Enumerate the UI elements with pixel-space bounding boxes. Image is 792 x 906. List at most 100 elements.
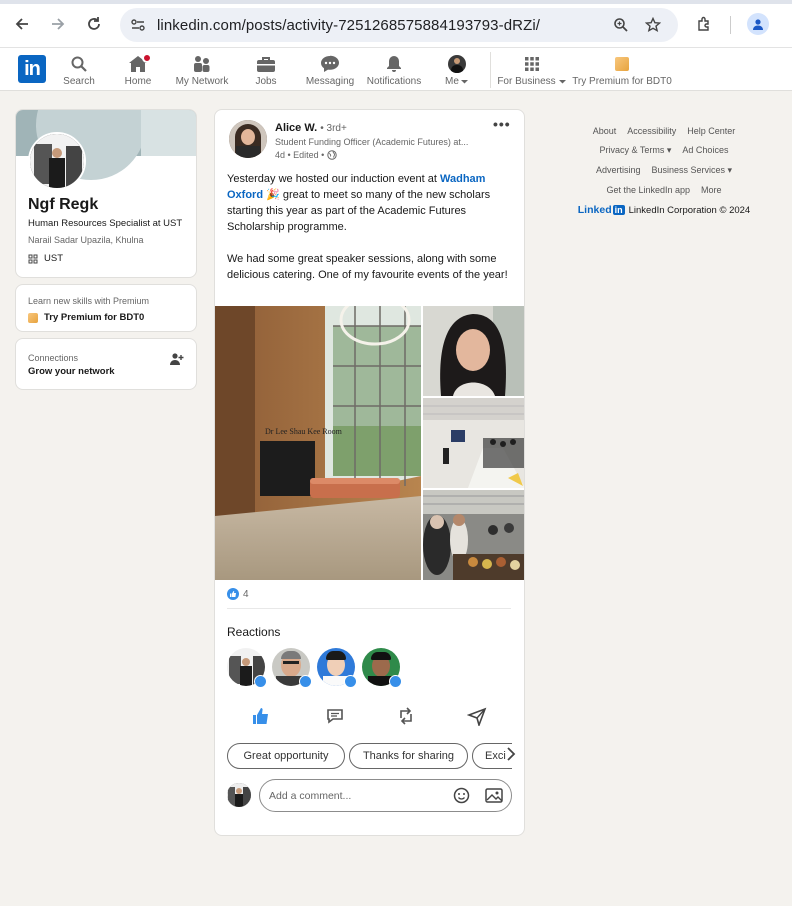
- nav-label-me: Me: [445, 76, 469, 87]
- reactor-avatar[interactable]: [362, 648, 402, 688]
- profile-headline: Human Resources Specialist at UST: [28, 218, 183, 229]
- like-badge-icon: [299, 675, 312, 688]
- post-image-main[interactable]: Dr Lee Shau Kee Room: [215, 306, 421, 580]
- suggestion-chip[interactable]: Great opportunity: [227, 743, 345, 769]
- nav-label-for-business: For Business: [497, 76, 566, 87]
- grid-icon: [524, 54, 540, 74]
- footer-link[interactable]: Ad Choices: [682, 145, 728, 156]
- nav-me[interactable]: Me: [444, 54, 470, 88]
- post-text-part1: Yesterday we hosted our induction event …: [227, 173, 441, 185]
- nav-label: Try Premium for BDT0: [572, 76, 672, 87]
- notification-badge: [142, 53, 152, 63]
- post-text-part3: We had some great speaker sessions, alon…: [227, 253, 508, 281]
- bookmark-star-icon[interactable]: [644, 16, 662, 34]
- try-premium-link[interactable]: Try Premium for BDT0: [28, 312, 144, 323]
- post-image-selfie[interactable]: [423, 306, 524, 396]
- nav-search[interactable]: Search: [63, 54, 95, 88]
- nav-messaging[interactable]: Messaging: [306, 54, 354, 88]
- post-author-name[interactable]: Alice W.: [275, 122, 317, 134]
- home-icon: [128, 53, 152, 74]
- footer-links: About Accessibility Help Center Privacy …: [570, 126, 758, 216]
- commenter-avatar: [227, 783, 251, 807]
- footer-link[interactable]: Help Center: [687, 126, 735, 136]
- divider: [227, 608, 511, 609]
- suggestion-chip[interactable]: Thanks for sharing: [349, 743, 468, 769]
- connections-title: Connections: [28, 353, 79, 363]
- post-meta: 4d • Edited •: [275, 150, 338, 160]
- try-premium-label: Try Premium for BDT0: [44, 312, 145, 323]
- comment-input[interactable]: Add a comment...: [259, 779, 512, 812]
- post-image-session[interactable]: [423, 398, 524, 488]
- more-options-icon[interactable]: •••: [493, 116, 511, 132]
- connections-card[interactable]: Connections Grow your network: [15, 338, 197, 390]
- address-bar[interactable]: linkedin.com/posts/activity-725126857588…: [120, 8, 678, 42]
- premium-icon: [615, 54, 629, 74]
- bell-icon: [385, 54, 403, 74]
- footer-link[interactable]: Privacy & Terms ▾: [600, 145, 672, 156]
- reactor-avatar[interactable]: [227, 648, 267, 688]
- emoji-icon[interactable]: [453, 787, 470, 809]
- profile-photo[interactable]: [28, 132, 86, 190]
- footer-link[interactable]: About: [593, 126, 617, 136]
- footer-link[interactable]: Advertising: [596, 165, 641, 176]
- footer-link[interactable]: Business Services ▾: [651, 165, 732, 176]
- reactor-avatar[interactable]: [272, 648, 312, 688]
- post-text-part2: 🎉 great to meet so many of the new schol…: [227, 189, 491, 233]
- profile-name[interactable]: Ngf Regk: [28, 196, 98, 214]
- nav-label: Jobs: [255, 76, 277, 87]
- profile-avatar-icon: [747, 13, 769, 35]
- post-image-catering[interactable]: [423, 490, 524, 580]
- extensions-icon[interactable]: [692, 12, 716, 36]
- browser-toolbar: linkedin.com/posts/activity-725126857588…: [0, 0, 792, 48]
- nav-home[interactable]: Home: [123, 53, 153, 88]
- nav-label: Search: [63, 76, 95, 87]
- comment-button[interactable]: [323, 704, 347, 728]
- reaction-count-value: 4: [243, 588, 249, 600]
- nav-jobs[interactable]: Jobs: [254, 54, 278, 88]
- nav-try-premium[interactable]: Try Premium for BDT0: [572, 54, 672, 88]
- linkedin-logo[interactable]: in: [18, 55, 46, 83]
- like-badge-icon: [389, 675, 402, 688]
- nav-my-network[interactable]: My Network: [174, 54, 230, 88]
- url-text[interactable]: linkedin.com/posts/activity-725126857588…: [157, 17, 540, 34]
- forward-icon[interactable]: [46, 12, 70, 36]
- send-button[interactable]: [465, 704, 489, 728]
- tab-strip-edge: [0, 0, 792, 4]
- avatar: [448, 54, 466, 74]
- footer-link[interactable]: Accessibility: [627, 126, 676, 136]
- author-avatar[interactable]: [229, 120, 267, 158]
- nav-label: My Network: [175, 76, 229, 87]
- reaction-count[interactable]: 4: [227, 588, 249, 600]
- like-badge-icon: [344, 675, 357, 688]
- footer-link[interactable]: More: [701, 185, 722, 195]
- post-card: Alice W. • 3rd+ Student Funding Officer …: [214, 109, 525, 836]
- nav-label: Me: [445, 76, 459, 87]
- footer-link[interactable]: Get the LinkedIn app: [606, 185, 690, 195]
- nav-notifications[interactable]: Notifications: [366, 54, 422, 88]
- post-author-line[interactable]: Alice W. • 3rd+: [275, 122, 347, 134]
- nav-label: For Business: [497, 76, 556, 87]
- add-connection-icon[interactable]: [170, 352, 184, 371]
- linkedin-wordmark: Linked in: [577, 204, 625, 216]
- site-settings-icon[interactable]: [129, 16, 147, 34]
- wall-sign-text: Dr Lee Shau Kee Room: [265, 427, 343, 436]
- connection-degree: • 3rd+: [320, 123, 347, 134]
- like-reaction-icon: [227, 588, 239, 600]
- footer-brand: Linked in LinkedIn Corporation © 2024: [570, 204, 758, 216]
- briefcase-icon: [256, 54, 276, 74]
- back-icon[interactable]: [10, 12, 34, 36]
- reactor-avatar[interactable]: [317, 648, 357, 688]
- toolbar-divider: [730, 16, 731, 34]
- image-upload-icon[interactable]: [485, 787, 503, 809]
- profile-org[interactable]: UST: [28, 253, 63, 264]
- zoom-icon[interactable]: [612, 16, 630, 34]
- nav-label: Notifications: [366, 76, 422, 87]
- nav-for-business[interactable]: For Business: [497, 54, 566, 88]
- reload-icon[interactable]: [82, 12, 106, 36]
- search-icon: [70, 54, 88, 74]
- chevron-right-icon[interactable]: [506, 747, 516, 764]
- browser-profile-button[interactable]: [746, 12, 770, 36]
- copyright-text: LinkedIn Corporation © 2024: [628, 204, 751, 216]
- like-button[interactable]: [249, 704, 273, 728]
- repost-button[interactable]: [394, 704, 418, 728]
